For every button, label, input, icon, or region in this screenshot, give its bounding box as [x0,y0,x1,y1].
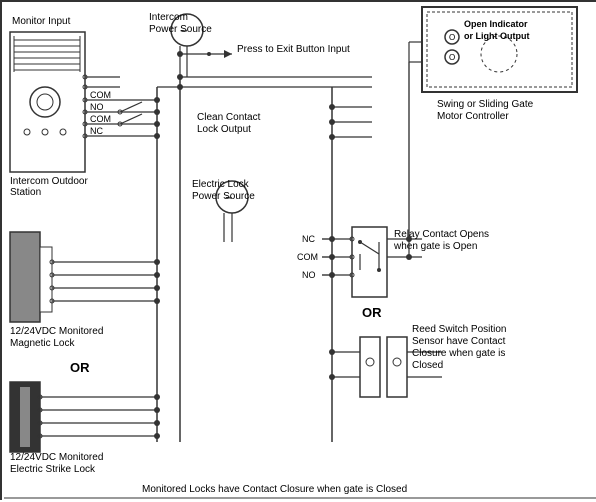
intercom-outdoor-label: Intercom Outdoor [10,176,88,187]
svg-text:or Light Output: or Light Output [464,31,529,41]
svg-text:Power Source: Power Source [149,24,212,35]
svg-text:12/24VDC Monitored: 12/24VDC Monitored [10,452,103,463]
svg-text:COM: COM [90,90,111,100]
svg-text:OR: OR [362,305,382,320]
svg-text:Lock Output: Lock Output [197,124,251,135]
svg-text:Monitored Locks have Contact C: Monitored Locks have Contact Closure whe… [142,484,407,495]
svg-text:Closure when gate is: Closure when gate is [412,348,505,359]
svg-text:COM: COM [90,114,111,124]
svg-text:Swing or Sliding Gate: Swing or Sliding Gate [437,99,534,110]
svg-text:O: O [449,33,455,42]
svg-text:when gate is Open: when gate is Open [393,241,477,252]
svg-text:O: O [449,53,455,62]
svg-text:Clean Contact: Clean Contact [197,112,261,123]
svg-text:Electric Lock: Electric Lock [192,179,250,190]
svg-text:Sensor have Contact: Sensor have Contact [412,336,506,347]
svg-text:COM: COM [297,252,318,262]
svg-text:Press to Exit Button Input: Press to Exit Button Input [237,44,350,55]
svg-text:Intercom: Intercom [149,12,188,23]
svg-text:Electric Strike Lock: Electric Strike Lock [10,464,96,475]
svg-text:Motor Controller: Motor Controller [437,111,509,122]
svg-text:NC: NC [90,126,103,136]
svg-text:NC: NC [302,234,315,244]
svg-text:NO: NO [90,102,104,112]
svg-text:NO: NO [302,270,316,280]
svg-text:Closed: Closed [412,360,443,371]
svg-text:OR: OR [70,360,90,375]
svg-text:Open Indicator: Open Indicator [464,19,528,29]
svg-text:Station: Station [10,187,41,198]
svg-text:Reed Switch Position: Reed Switch Position [412,324,507,335]
svg-text:Power Source: Power Source [192,191,255,202]
svg-text:Magnetic Lock: Magnetic Lock [10,338,75,349]
wiring-diagram: Monitor Input COM NO COM NC Intercom Out… [0,0,596,500]
monitor-input-label: Monitor Input [12,16,71,27]
svg-text:12/24VDC Monitored: 12/24VDC Monitored [10,326,103,337]
